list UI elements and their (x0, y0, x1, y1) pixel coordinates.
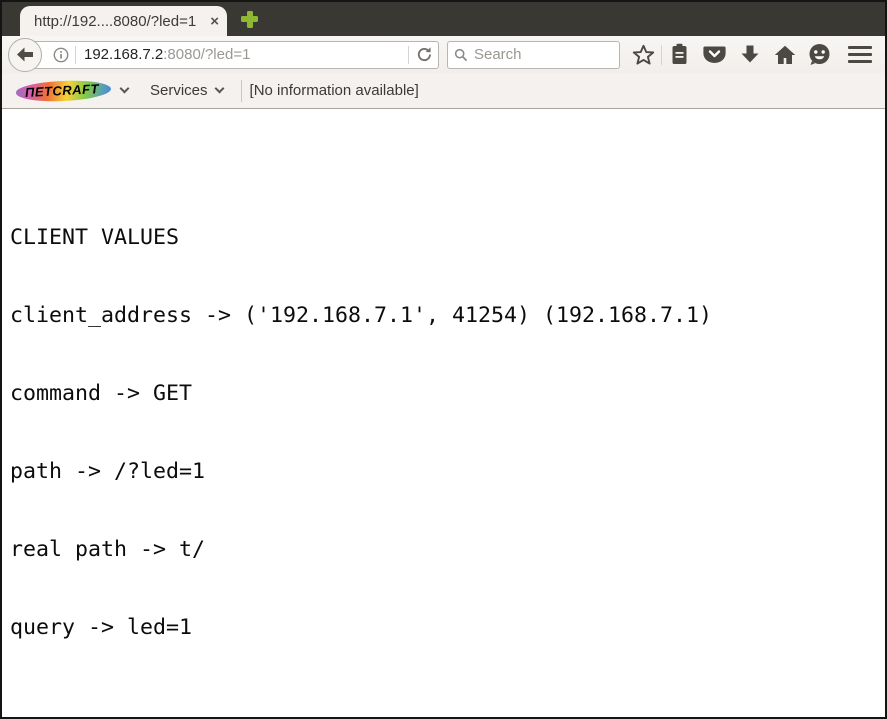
content-line: command -> GET (10, 381, 193, 406)
content-line: path -> /?led=1 (10, 459, 206, 484)
content-line: query -> led=1 (10, 615, 193, 640)
tab-close-icon[interactable]: × (210, 14, 219, 29)
page-content: CLIENT VALUES client_address -> ('192.16… (2, 109, 885, 681)
bookmarks-separator (240, 79, 242, 102)
content-line: real path -> t/ (10, 537, 206, 562)
pocket-button[interactable] (697, 40, 732, 70)
tab-bar: http://192....8080/?led=1 × (2, 2, 885, 36)
search-input[interactable] (473, 46, 613, 63)
bookmark-star-button[interactable] (626, 40, 661, 70)
toolbar-icons (626, 40, 877, 70)
chevron-down-icon (119, 83, 130, 94)
site-rank-info: [No information available] (249, 82, 419, 99)
download-arrow-icon (741, 45, 758, 63)
services-menu[interactable]: Services (140, 82, 233, 99)
search-box[interactable] (447, 40, 620, 69)
clipboard-icon (672, 43, 687, 64)
browser-window: http://192....8080/?led=1 × 192.168.7.2:… (0, 0, 887, 719)
reload-icon (417, 47, 431, 62)
url-bar[interactable]: 192.168.7.2:8080/?led=1 (26, 40, 439, 69)
hello-smiley-icon (809, 44, 830, 65)
hello-button[interactable] (802, 40, 837, 70)
services-label: Services (150, 82, 208, 99)
active-tab[interactable]: http://192....8080/?led=1 × (20, 6, 227, 36)
search-icon (454, 48, 468, 61)
netcraft-extension-button[interactable]: ΠETCRAFT (12, 78, 132, 103)
downloads-button[interactable] (732, 40, 767, 70)
content-line: client_address -> ('192.168.7.1', 41254)… (10, 303, 713, 328)
reload-button[interactable] (408, 45, 433, 64)
client-values-section: CLIENT VALUES client_address -> ('192.16… (10, 173, 877, 681)
urlbar-separator (75, 45, 76, 64)
site-info-icon[interactable] (53, 47, 69, 63)
reload-separator (408, 45, 409, 64)
home-icon (774, 45, 795, 64)
new-tab-button[interactable] (241, 10, 258, 28)
hamburger-menu-icon (847, 46, 872, 63)
tab-title: http://192....8080/?led=1 (34, 12, 197, 30)
chevron-down-icon (214, 83, 224, 94)
bookmarks-menu-button[interactable] (662, 40, 697, 70)
home-button[interactable] (767, 40, 802, 70)
back-arrow-icon (17, 47, 33, 62)
back-button[interactable] (8, 37, 42, 72)
star-icon (632, 44, 655, 65)
netcraft-logo: ΠETCRAFT (15, 78, 112, 103)
pocket-icon (703, 46, 726, 63)
url-host: 192.168.7.2 (84, 46, 164, 63)
navigation-toolbar: 192.168.7.2:8080/?led=1 (2, 36, 885, 73)
bookmarks-toolbar: ΠETCRAFT Services [No information availa… (2, 73, 885, 109)
url-text[interactable]: 192.168.7.2:8080/?led=1 (84, 46, 408, 63)
url-path: :8080/?led=1 (163, 46, 251, 63)
section-title: CLIENT VALUES (10, 225, 180, 250)
menu-button[interactable] (842, 40, 877, 70)
